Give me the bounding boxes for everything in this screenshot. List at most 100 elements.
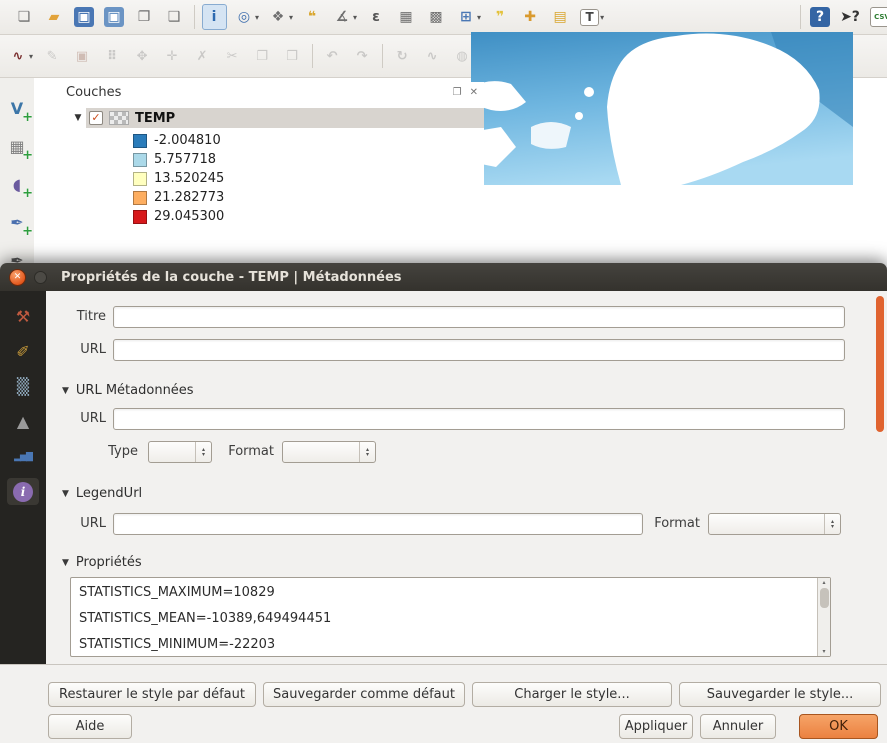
save-as-default-style-button[interactable]: Sauvegarder comme défaut xyxy=(263,682,465,707)
legend-item[interactable]: 21.282773 xyxy=(133,188,484,207)
ok-button[interactable]: OK xyxy=(799,714,878,739)
paintbrush-icon: ✐ xyxy=(16,342,29,361)
sum-features-icon[interactable]: ε xyxy=(364,4,389,30)
url-metadata-input[interactable] xyxy=(113,408,845,430)
dialog-scrollbar-thumb[interactable] xyxy=(876,296,884,432)
new-composer-icon[interactable]: ❐ xyxy=(132,4,157,30)
map-canvas[interactable] xyxy=(471,32,853,185)
tab-metadata[interactable]: i xyxy=(7,478,39,505)
dialog-title: Propriétés de la couche - TEMP | Métadon… xyxy=(61,270,402,285)
listbox-scrollbar[interactable]: ▴ ▾ xyxy=(817,578,830,656)
restore-default-style-button[interactable]: Restaurer le style par défaut xyxy=(48,682,256,707)
add-raster-layer-icon[interactable]: ▦ xyxy=(5,134,29,158)
legend-item[interactable]: 29.045300 xyxy=(133,207,484,226)
map-tips-icon[interactable]: ❝ xyxy=(300,4,325,30)
legend-item[interactable]: -2.004810 xyxy=(133,131,484,150)
grid-tools-icon[interactable]: ⊞ ▾ xyxy=(454,4,483,30)
layers-panel: Couches ❐ ✕ ▼ ✓ TEMP -2.004810 xyxy=(56,82,484,263)
save-style-button[interactable]: Sauvegarder le style... xyxy=(679,682,881,707)
expand-arrow-icon[interactable]: ▼ xyxy=(70,113,86,123)
legend-item[interactable]: 5.757718 xyxy=(133,150,484,169)
spin-down-icon: ▾ xyxy=(202,452,205,457)
section-legend-url[interactable]: ▼ LegendUrl xyxy=(62,486,142,501)
copy-features-icon: ❐ xyxy=(250,43,275,69)
new-bookmark-icon[interactable]: ✚ xyxy=(518,4,543,30)
legend-url-input[interactable] xyxy=(113,513,643,535)
legend-format-select[interactable]: ▴ ▾ xyxy=(708,513,841,535)
properties-tab-strip: ⚒ ✐ ▒ ▲ ▂▅▇ xyxy=(0,291,46,664)
show-bookmarks-icon[interactable]: ▤ xyxy=(548,4,573,30)
titre-input[interactable] xyxy=(113,306,845,328)
legend-value: 5.757718 xyxy=(154,152,216,167)
format-select[interactable]: ▴ ▾ xyxy=(282,441,376,463)
legend-value: -2.004810 xyxy=(154,133,221,148)
info-circle-icon: i xyxy=(13,482,33,502)
scroll-down-icon[interactable]: ▾ xyxy=(822,648,825,655)
open-project-icon[interactable]: ▰ xyxy=(42,4,67,30)
raster-calculator-icon[interactable]: ▩ xyxy=(424,4,449,30)
scroll-up-icon[interactable]: ▴ xyxy=(822,579,825,586)
zoom-tools-icon[interactable]: ◎ ▾ xyxy=(232,4,261,30)
legend-url-label: URL xyxy=(56,513,106,535)
layer-row-bar[interactable]: ✓ TEMP xyxy=(86,108,484,128)
annotation-bubble-icon[interactable]: ❞ xyxy=(488,4,513,30)
spin-down-icon: ▾ xyxy=(366,452,369,457)
text-annotation-icon[interactable]: T ▾ xyxy=(578,4,606,30)
composer-manager-icon[interactable]: ❑ xyxy=(162,4,187,30)
window-close-button[interactable]: ✕ xyxy=(9,269,26,286)
add-postgis-layer-icon[interactable]: ◖ xyxy=(5,172,29,196)
tab-histogram[interactable]: ▂▅▇ xyxy=(7,443,39,470)
format-selected-value xyxy=(283,442,359,462)
layer-visibility-checkbox[interactable]: ✓ xyxy=(89,111,103,125)
current-edits-icon[interactable]: ∿ ▾ xyxy=(6,43,35,69)
close-panel-icon[interactable]: ✕ xyxy=(470,87,478,98)
new-project-icon[interactable]: ❏ xyxy=(12,4,37,30)
help-button[interactable]: Aide xyxy=(48,714,132,739)
add-spatialite-layer-icon[interactable]: ✒ xyxy=(5,210,29,234)
type-select[interactable]: ▴ ▾ xyxy=(148,441,212,463)
properties-listbox: STATISTICS_MAXIMUM=10829 STATISTICS_MEAN… xyxy=(70,577,831,657)
property-list-item[interactable]: STATISTICS_MINIMUM=-22203 xyxy=(71,632,817,656)
section-url-metadata[interactable]: ▼ URL Métadonnées xyxy=(62,383,194,398)
property-list-item[interactable]: STATISTICS_MEAN=-10389,649494451 xyxy=(71,606,817,632)
dialog-body: ⚒ ✐ ▒ ▲ ▂▅▇ xyxy=(0,291,887,743)
legend-item[interactable]: 13.520245 xyxy=(133,169,484,188)
spinner-icon: ▴ ▾ xyxy=(195,442,211,462)
save-project-icon[interactable]: ▣ xyxy=(72,4,97,30)
attribute-table-icon[interactable]: ▦ xyxy=(394,4,419,30)
add-csv-layer-icon[interactable]: CSV xyxy=(868,4,887,30)
help-icon[interactable]: ? xyxy=(808,4,833,30)
add-vector-layer-icon[interactable]: V xyxy=(5,96,29,120)
measure-icon[interactable]: ∡ ▾ xyxy=(330,4,359,30)
save-project-as-icon[interactable]: ▣ xyxy=(102,4,127,30)
dropdown-arrow-icon: ▾ xyxy=(29,52,33,61)
tab-general[interactable]: ⚒ xyxy=(7,303,39,330)
whats-this-icon[interactable]: ➤? xyxy=(838,4,863,30)
window-minimize-button[interactable] xyxy=(34,271,47,284)
main-toolbar-row1: ❏ ▰ ▣ ▣ ❐ ❑ xyxy=(0,0,887,35)
dialog-titlebar[interactable]: ✕ Propriétés de la couche - TEMP | Métad… xyxy=(0,263,887,291)
tab-transparency[interactable]: ▒ xyxy=(7,373,39,400)
float-panel-icon[interactable]: ❐ xyxy=(453,87,462,98)
select-features-icon[interactable]: ❖ ▾ xyxy=(266,4,295,30)
node-tool-icon: ✛ xyxy=(160,43,185,69)
layer-row[interactable]: ▼ ✓ TEMP xyxy=(56,108,484,128)
type-selected-value xyxy=(149,442,195,462)
url-input[interactable] xyxy=(113,339,845,361)
titre-label: Titre xyxy=(56,306,106,328)
identify-features-icon[interactable]: i xyxy=(202,4,227,30)
scrollbar-thumb[interactable] xyxy=(820,588,829,608)
add-feature-icon: ⠿ xyxy=(100,43,125,69)
spin-down-icon: ▾ xyxy=(831,524,834,529)
load-style-button[interactable]: Charger le style... xyxy=(472,682,672,707)
legend-value: 21.282773 xyxy=(154,190,224,205)
apply-button[interactable]: Appliquer xyxy=(619,714,693,739)
section-properties[interactable]: ▼ Propriétés xyxy=(62,555,142,570)
tab-pyramids[interactable]: ▲ xyxy=(7,408,39,435)
dropdown-arrow-icon: ▾ xyxy=(477,13,481,22)
tab-style[interactable]: ✐ xyxy=(7,338,39,365)
layers-panel-title: Couches xyxy=(66,85,121,100)
cancel-button[interactable]: Annuler xyxy=(700,714,776,739)
property-list-item[interactable]: STATISTICS_MAXIMUM=10829 xyxy=(71,580,817,606)
collapse-arrow-icon: ▼ xyxy=(62,558,69,568)
